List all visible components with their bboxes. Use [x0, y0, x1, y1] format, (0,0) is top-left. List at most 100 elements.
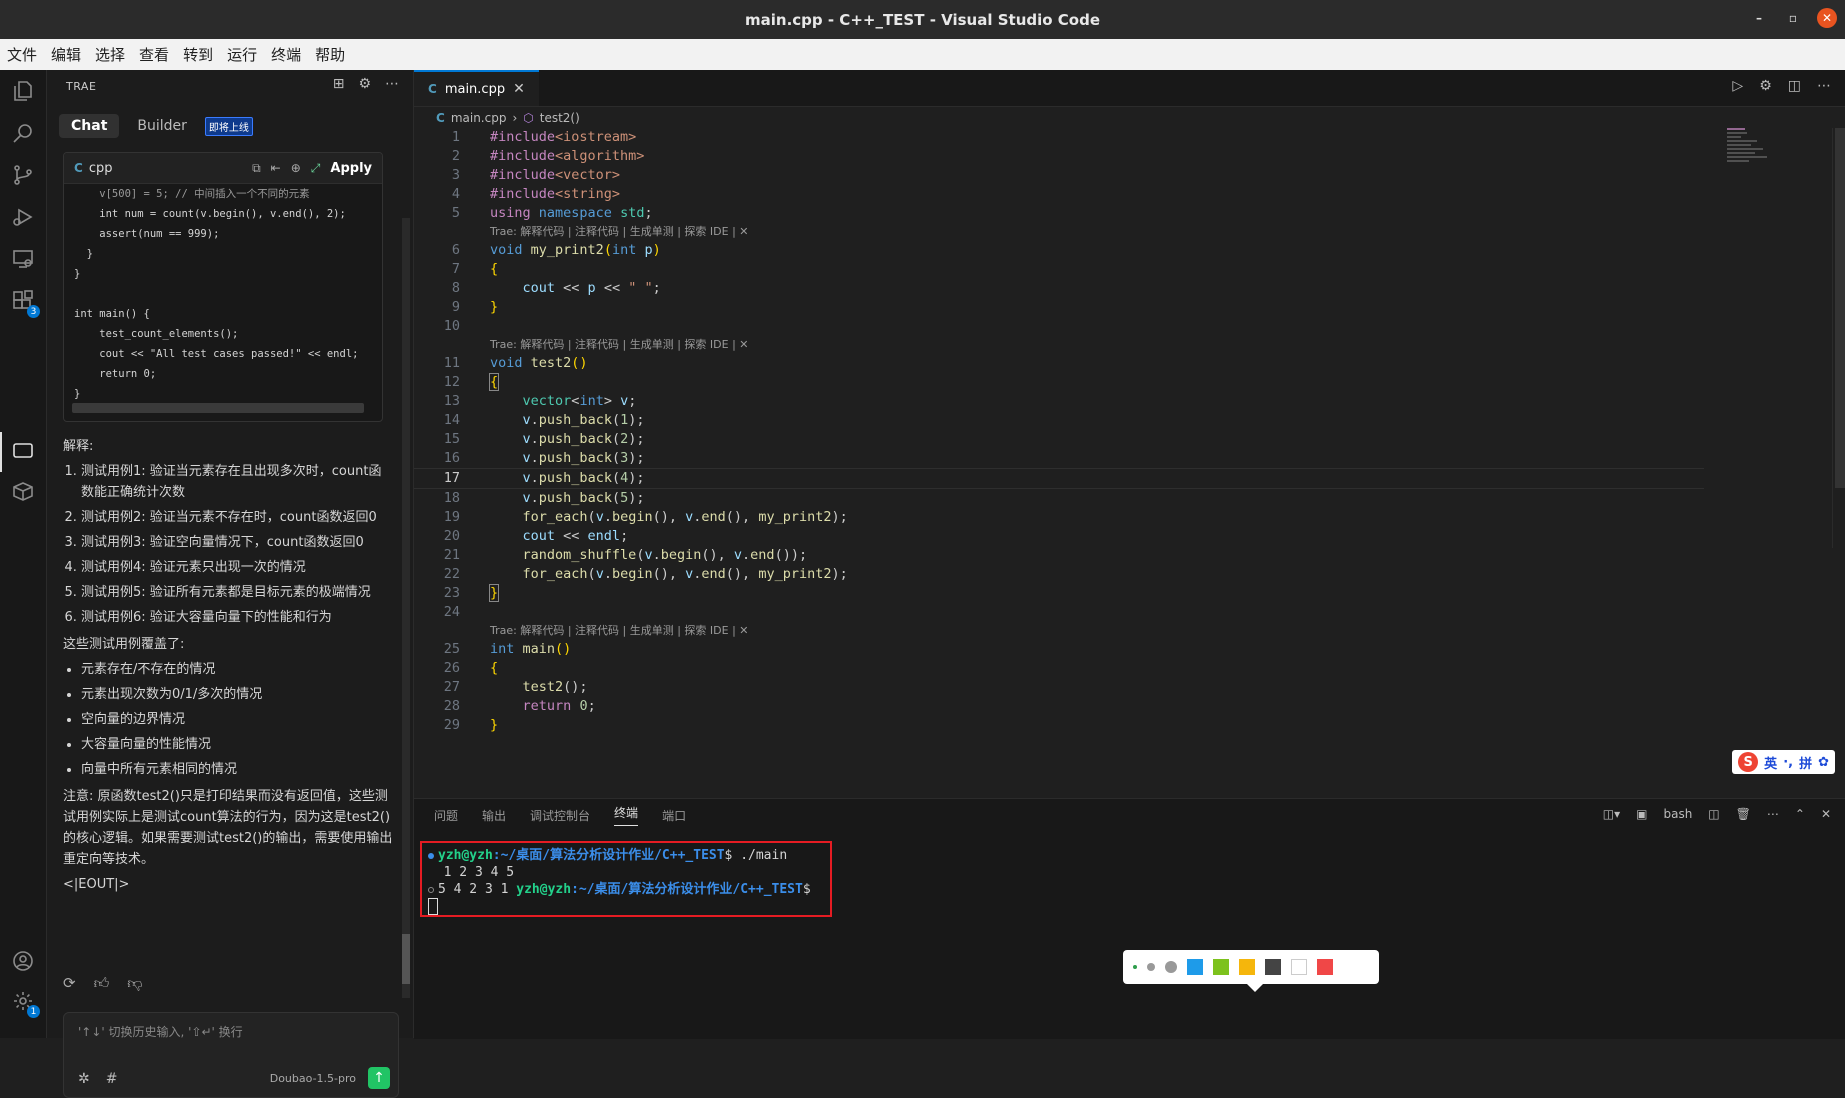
breadcrumb-file[interactable]: main.cpp [451, 111, 507, 125]
code-line: 25 int main() [443, 641, 572, 657]
more-icon[interactable]: ⋯ [1817, 78, 1831, 94]
split-terminal-icon[interactable]: ◫ [1708, 807, 1719, 821]
extensions-icon[interactable]: 3 [10, 288, 40, 318]
shell-name[interactable]: bash [1663, 807, 1692, 821]
account-icon[interactable] [10, 948, 36, 974]
hashtag-icon[interactable]: # [106, 1071, 118, 1087]
menu-terminal[interactable]: 终端 [264, 44, 308, 65]
tab-terminal[interactable]: 终端 [614, 804, 639, 826]
menu-file[interactable]: 文件 [0, 44, 44, 65]
regenerate-icon[interactable]: ⟳ [63, 974, 76, 993]
tab-problems[interactable]: 问题 [434, 807, 458, 824]
list-item: 元素出现次数为0/1/多次的情况 [81, 684, 393, 705]
close-window-button[interactable]: ✕ [1817, 8, 1837, 28]
ime-lang-toggle[interactable]: 英 [1764, 753, 1777, 772]
code-language: cpp [88, 160, 113, 176]
split-editor-icon[interactable]: ◫ [1788, 78, 1801, 94]
close-panel-icon[interactable]: ✕ [1821, 807, 1831, 821]
color-swatch[interactable] [1291, 959, 1307, 975]
brush-medium[interactable] [1147, 963, 1155, 971]
thumbs-up-icon[interactable]: 👍︎ [94, 974, 110, 993]
menu-edit[interactable]: 编辑 [44, 44, 88, 65]
maximize-button[interactable]: ▫ [1783, 8, 1803, 28]
terminal-output[interactable]: yzh@yzh:~/桌面/算法分析设计作业/C++_TEST$ ./main 1… [420, 841, 832, 917]
ime-settings-icon[interactable]: ✿ [1818, 755, 1829, 770]
feedback-row: ⟳ 👍︎ 👎︎ [63, 974, 143, 993]
explorer-icon[interactable] [10, 78, 36, 104]
color-swatch[interactable] [1239, 959, 1255, 975]
code-editor[interactable]: 1 #include<iostream> 2 #include<algorithm>… [414, 128, 1704, 735]
list-item: 测试用例3: 验证空向量情况下，count函数返回0 [81, 532, 393, 553]
more-icon[interactable]: ⋯ [1767, 807, 1779, 821]
layout-icon[interactable]: ◫▾ [1603, 807, 1620, 821]
sidebar-scrollbar[interactable] [402, 218, 410, 998]
editor-scrollbar[interactable] [1832, 128, 1845, 548]
code-line: 11 void test2() [443, 355, 588, 371]
tab-debug-console[interactable]: 调试控制台 [530, 807, 590, 824]
color-swatch[interactable] [1265, 959, 1281, 975]
color-swatch[interactable] [1213, 959, 1229, 975]
cover-title: 这些测试用例覆盖了: [63, 637, 185, 652]
menu-goto[interactable]: 转到 [176, 44, 220, 65]
menu-view[interactable]: 查看 [132, 44, 176, 65]
symbol-icon: ⬡ [523, 111, 534, 125]
color-swatch[interactable] [1187, 959, 1203, 975]
codelens[interactable]: Trae: 解释代码 | 注释代码 | 生成单测 | 探索 IDE | ✕ [414, 223, 1704, 241]
new-chat-icon[interactable]: ⊞ [333, 76, 345, 92]
apply-icon: ⤢ [310, 160, 321, 175]
code-line: 12{ [443, 373, 500, 391]
settings-gear-icon[interactable]: 1 [10, 988, 40, 1018]
minimap[interactable] [1727, 128, 1775, 188]
breadcrumb: C main.cpp › ⬡ test2() [436, 111, 580, 125]
ime-toolbar[interactable]: S 英 ·, 拼 ✿ [1732, 750, 1835, 774]
sidebar-settings-icon[interactable]: ⚙ [358, 76, 371, 92]
model-selector[interactable]: Doubao-1.5-pro [270, 1072, 356, 1085]
list-item: 大容量向量的性能情况 [81, 734, 393, 755]
close-tab-icon[interactable]: ✕ [513, 81, 525, 97]
code-line: 21 random_shuffle(v.begin(), v.end()); [443, 547, 808, 563]
thumbs-down-icon[interactable]: 👎︎ [127, 974, 142, 993]
remote-explorer-icon[interactable] [10, 246, 36, 272]
list-item: 测试用例2: 验证当元素不存在时，count函数返回0 [81, 507, 393, 528]
minimize-button[interactable]: – [1749, 8, 1769, 28]
menu-help[interactable]: 帮助 [308, 44, 352, 65]
codelens[interactable]: Trae: 解释代码 | 注释代码 | 生成单测 | 探索 IDE | ✕ [414, 336, 1704, 354]
color-swatch[interactable] [1317, 959, 1333, 975]
brush-small[interactable] [1133, 965, 1137, 969]
add-file-icon[interactable]: ⊕ [291, 161, 301, 175]
code-horizontal-scrollbar[interactable] [72, 403, 364, 413]
terminal-cursor [428, 898, 438, 915]
code-block-header: C cpp ⧉ ⇤ ⊕ ⤢ Apply [64, 153, 382, 184]
more-icon[interactable]: ⋯ [385, 76, 399, 92]
tab-output[interactable]: 输出 [482, 807, 506, 824]
menu-run[interactable]: 运行 [220, 44, 264, 65]
tab-chat[interactable]: Chat [59, 114, 120, 138]
send-button[interactable]: ↑ [368, 1067, 390, 1089]
breadcrumb-symbol[interactable]: test2() [540, 111, 580, 125]
insert-icon[interactable]: ⇤ [271, 161, 281, 175]
apply-button[interactable]: Apply [330, 161, 372, 176]
source-control-icon[interactable] [10, 162, 36, 188]
ime-punct-toggle[interactable]: ·, [1783, 755, 1793, 770]
bottom-panel: 问题 输出 调试控制台 终端 端口 ◫▾ ▣ bash ◫ 🗑︎ ⋯ ⌃ ✕ y… [414, 798, 1845, 1039]
search-icon[interactable] [10, 120, 36, 146]
extensions-badge: 3 [27, 305, 40, 318]
code-line: 2 #include<algorithm> [451, 148, 645, 164]
tab-ports[interactable]: 端口 [662, 807, 686, 824]
codelens[interactable]: Trae: 解释代码 | 注释代码 | 生成单测 | 探索 IDE | ✕ [414, 622, 1704, 640]
trash-icon[interactable]: 🗑︎ [1736, 807, 1751, 821]
editor-settings-icon[interactable]: ⚙ [1759, 78, 1772, 94]
package-icon[interactable] [10, 478, 36, 504]
chat-input-box[interactable]: '↑↓' 切换历史输入, '⇧↵' 换行 ✲ # Doubao-1.5-pro … [63, 1012, 399, 1098]
ime-pinyin-toggle[interactable]: 拼 [1799, 753, 1812, 772]
trae-chat-icon[interactable] [10, 438, 36, 464]
magic-wand-icon[interactable]: ✲ [78, 1071, 90, 1087]
brush-large[interactable] [1165, 961, 1177, 973]
menu-select[interactable]: 选择 [88, 44, 132, 65]
tab-main-cpp[interactable]: C main.cpp ✕ [414, 70, 539, 106]
run-debug-icon[interactable] [10, 204, 36, 230]
copy-icon[interactable]: ⧉ [252, 161, 261, 176]
run-icon[interactable]: ▷ [1732, 78, 1743, 94]
maximize-panel-icon[interactable]: ⌃ [1795, 807, 1805, 821]
tab-builder[interactable]: Builder [125, 114, 199, 138]
